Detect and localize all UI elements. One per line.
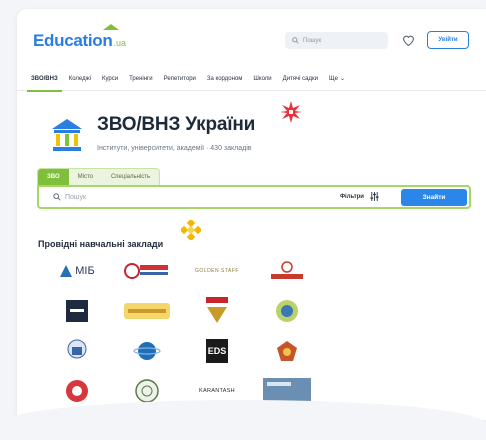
logo-main-text: Education — [33, 31, 112, 51]
graduation-cap-icon — [103, 24, 119, 30]
page-title: ЗВО/ВНЗ України — [97, 114, 255, 136]
institution-eds[interactable]: EDS — [187, 336, 247, 366]
tab-zvo[interactable]: ЗВО — [38, 169, 69, 185]
institution-step-ahead[interactable] — [117, 296, 177, 326]
dark-square-logo-icon — [66, 300, 88, 322]
institution-mib[interactable]: МІБ — [47, 256, 107, 286]
nav-item-colleges[interactable]: Коледжі — [69, 67, 91, 91]
nav-item-more[interactable]: Ще ⌄ — [329, 67, 345, 91]
main-search-placeholder: Пошук — [65, 194, 86, 201]
find-button[interactable]: Знайти — [401, 189, 467, 206]
filters-label: Фільтри — [340, 194, 364, 200]
section-title: Провідні навчальні заклади — [38, 239, 163, 249]
category-nav: ЗВО/ВНЗ Коледжі Курси Тренінги Репетитор… — [17, 67, 486, 91]
red-crest-logo-icon — [276, 340, 298, 362]
tab-city[interactable]: Місто — [69, 169, 102, 185]
login-button[interactable]: Увійти — [427, 31, 469, 49]
institution-red-blue[interactable] — [117, 256, 177, 286]
red-round-logo-icon — [65, 379, 89, 403]
chevron-down-icon: ⌄ — [340, 75, 345, 82]
site-logo[interactable]: Education .ua — [33, 31, 126, 51]
institution-label: GOLDEN STAFF — [195, 268, 239, 274]
page-subtitle: Інститути, університети, академії · 430 … — [97, 145, 252, 152]
nav-item-courses[interactable]: Курси — [102, 67, 118, 91]
main-card: Education .ua Пошук Увійти ЗВО/ВНЗ Колед… — [17, 9, 486, 420]
institution-label: KARANTASH — [199, 388, 235, 394]
nav-item-trainings[interactable]: Тренінги — [129, 67, 153, 91]
institution-red-crest[interactable] — [257, 336, 317, 366]
nav-item-zvo[interactable]: ЗВО/ВНЗ — [31, 67, 58, 91]
tab-specialty[interactable]: Спеціальність — [102, 169, 159, 185]
filters-button[interactable]: Фільтри — [340, 192, 379, 201]
mib-logo-icon — [59, 264, 73, 278]
university-logo-icon — [124, 261, 170, 281]
red-ornament-star-icon — [279, 100, 303, 124]
institution-globe[interactable] — [117, 336, 177, 366]
institution-label: EDS — [208, 346, 227, 356]
bottom-decoration — [0, 400, 486, 440]
institution-golden-staff[interactable]: GOLDEN STAFF — [187, 256, 247, 286]
nav-item-tutors[interactable]: Репетитори — [164, 67, 196, 91]
search-icon — [53, 193, 61, 201]
header-search-placeholder: Пошук — [303, 38, 321, 44]
green-seal-logo-icon — [275, 299, 299, 323]
yellow-ornament-icon — [181, 220, 201, 240]
green-round-seal-logo-icon — [135, 379, 159, 403]
filter-tabs: ЗВО Місто Спеціальність — [37, 168, 160, 185]
institution-green-seal[interactable] — [257, 296, 317, 326]
search-icon — [292, 37, 299, 44]
globe-logo-icon — [133, 340, 161, 362]
nav-more-label: Ще — [329, 76, 338, 82]
nav-item-schools[interactable]: Школи — [253, 67, 271, 91]
institution-red-round[interactable] — [47, 376, 107, 406]
sliders-icon — [370, 192, 379, 201]
nav-item-abroad[interactable]: За кордоном — [207, 67, 242, 91]
favorites-heart-icon[interactable] — [402, 34, 415, 46]
institution-label: МІБ — [75, 265, 94, 277]
logo-suffix: .ua — [113, 38, 126, 48]
institution-building-crest[interactable] — [47, 336, 107, 366]
institution-building-icon — [50, 117, 84, 153]
eds-logo-icon: EDS — [206, 339, 228, 363]
search-filter-panel: ЗВО Місто Спеціальність Пошук Фільтри Зн… — [37, 168, 471, 220]
institution-eurocollege[interactable] — [257, 256, 317, 286]
eurocollege-logo-icon — [267, 260, 307, 282]
header-search-input[interactable]: Пошук — [285, 32, 388, 49]
knbim-logo-icon — [203, 297, 231, 325]
nav-item-kindergartens[interactable]: Дитячі садки — [283, 67, 318, 91]
institution-dark-square[interactable] — [47, 296, 107, 326]
building-crest-logo-icon — [67, 339, 87, 363]
institution-knbim[interactable] — [187, 296, 247, 326]
step-ahead-logo-icon — [124, 303, 170, 319]
main-search-input[interactable]: Пошук Фільтри Знайти — [37, 185, 471, 209]
